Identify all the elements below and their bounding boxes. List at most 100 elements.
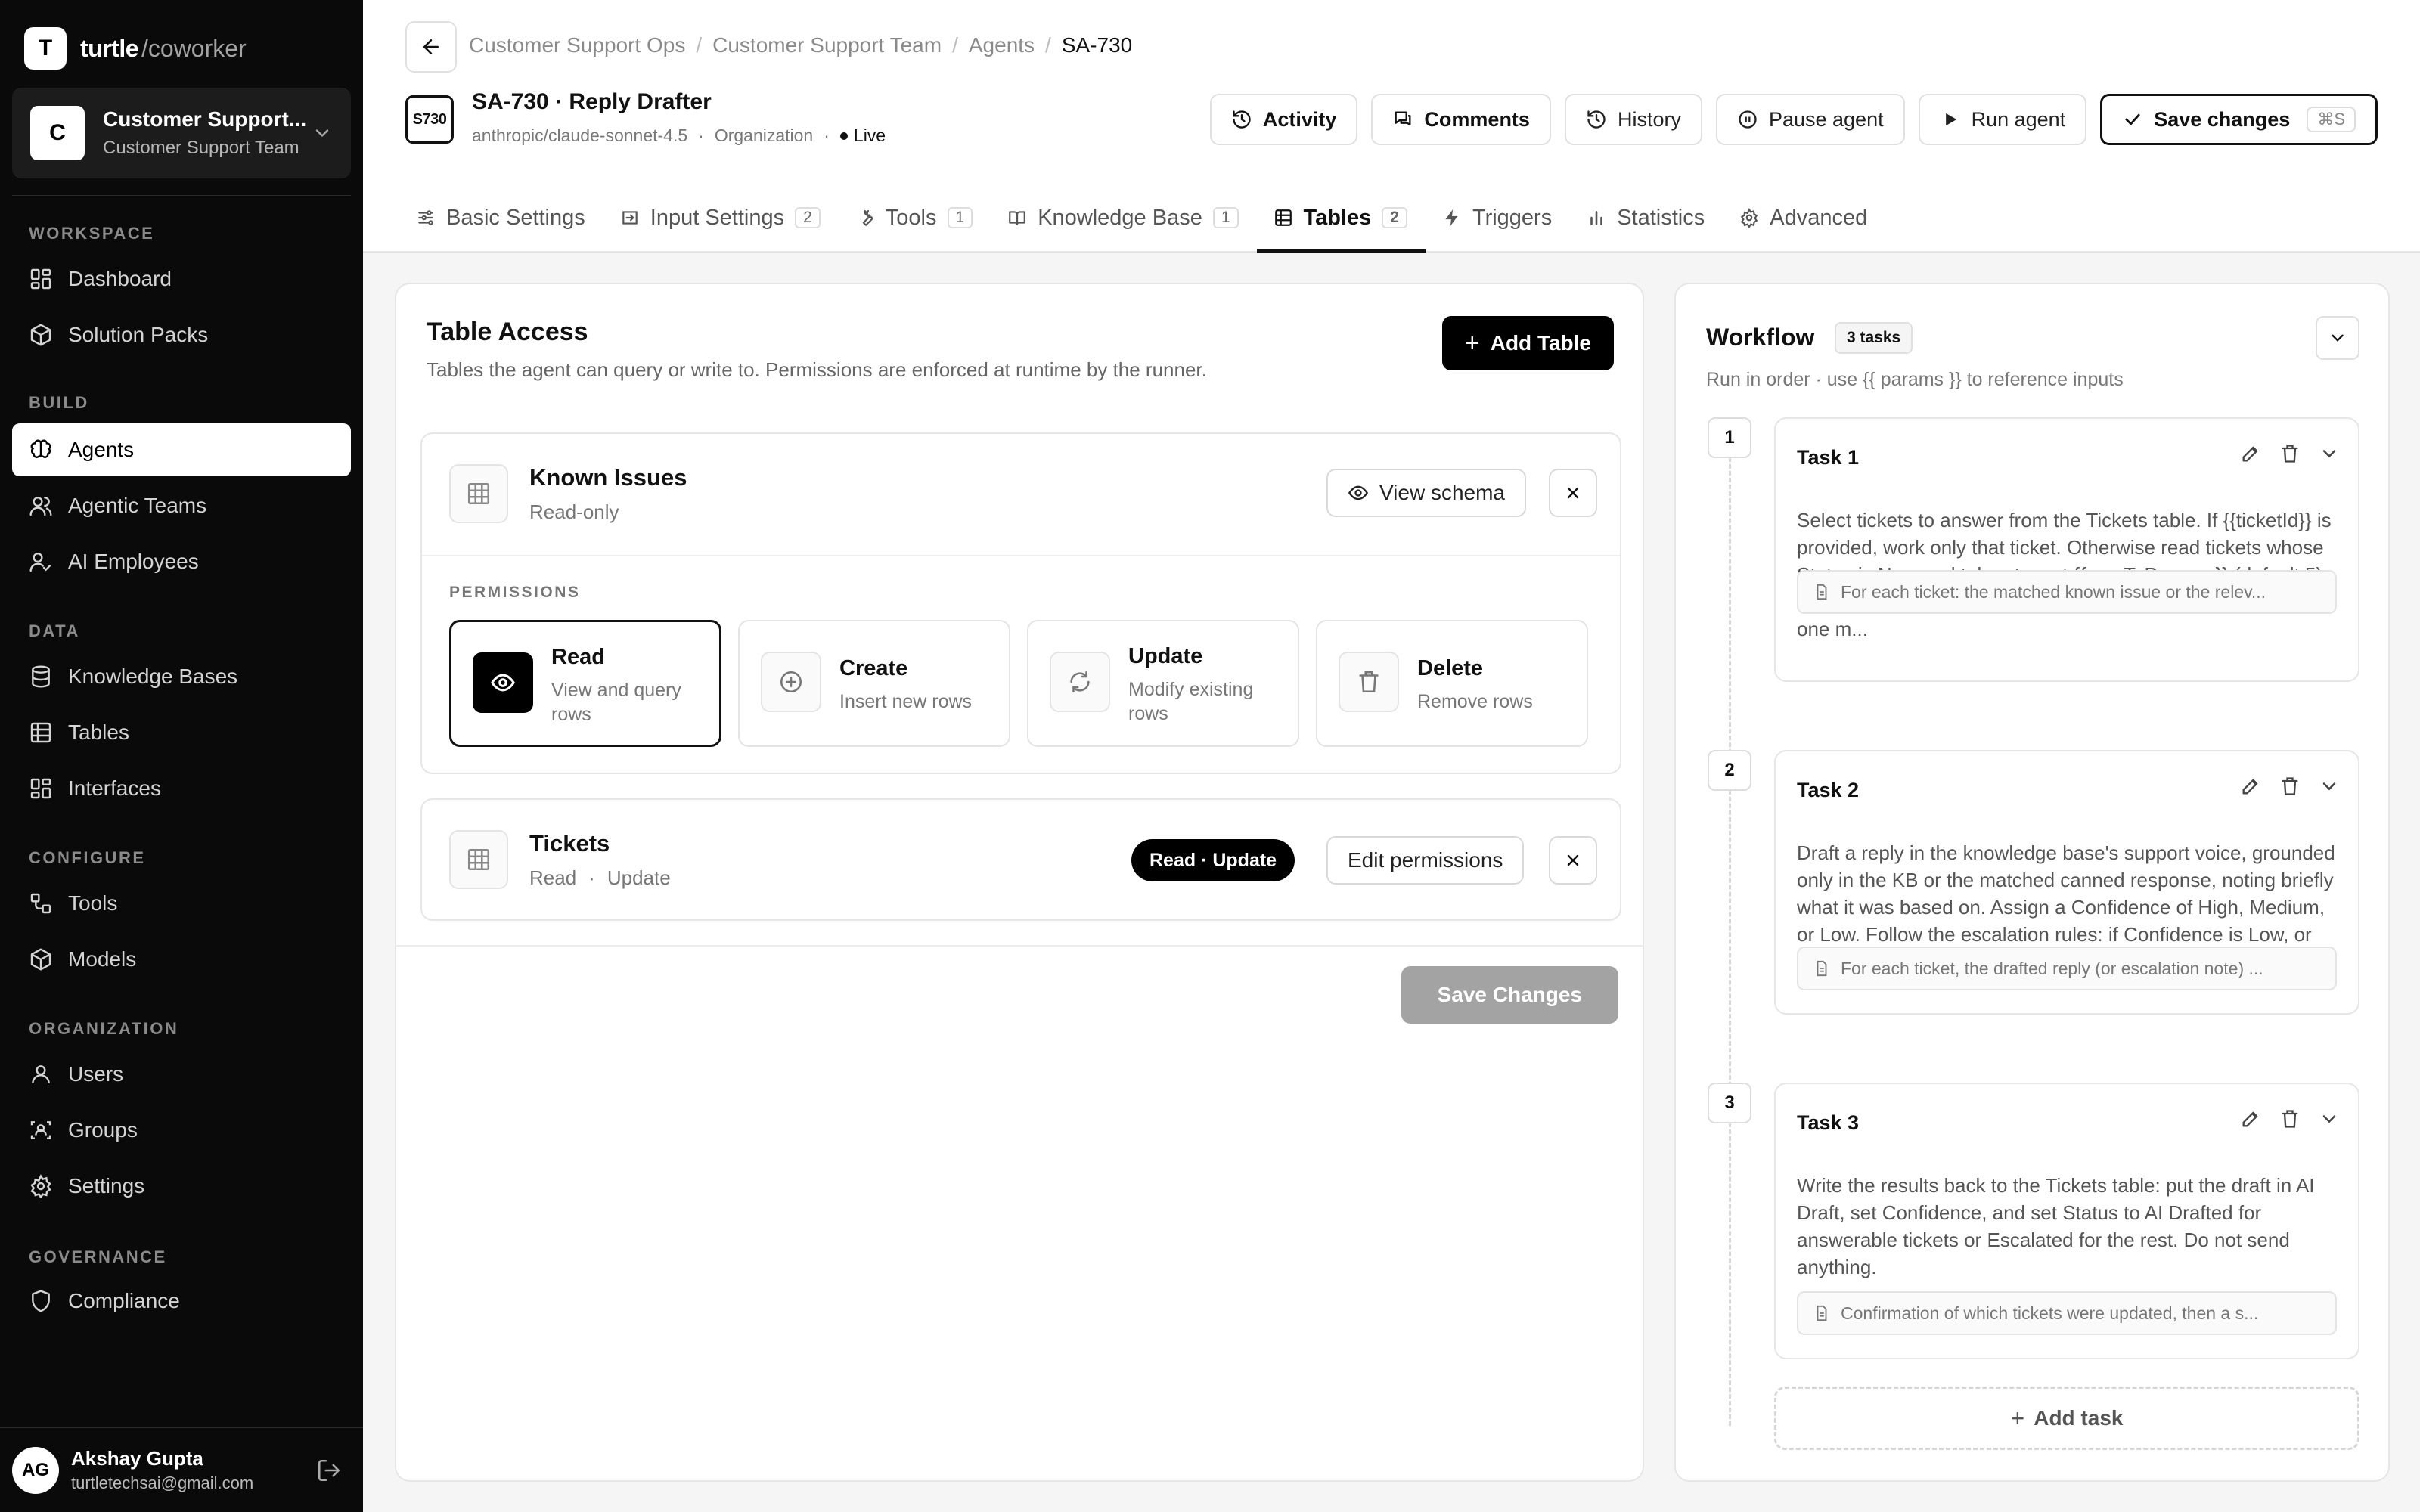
button-label: Comments	[1424, 107, 1530, 131]
sidebar-item-ai-employees[interactable]: AI Employees	[12, 535, 351, 588]
breadcrumb: Customer Support Ops / Customer Support …	[469, 33, 1132, 57]
history-button[interactable]: History	[1564, 94, 1702, 145]
tab-triggers[interactable]: Triggers	[1426, 192, 1570, 253]
tab-statistics[interactable]: Statistics	[1570, 192, 1723, 253]
permission-description: Remove rows	[1417, 691, 1533, 712]
plus-icon: +	[2010, 1404, 2025, 1432]
remove-table-button[interactable]	[1549, 469, 1597, 517]
permission-delete[interactable]: Delete Remove rows	[1316, 620, 1588, 747]
sidebar-item-compliance[interactable]: Compliance	[12, 1275, 351, 1328]
workspace-avatar: C	[30, 106, 85, 160]
tab-label: Tables	[1303, 205, 1372, 230]
activity-button[interactable]: Activity	[1209, 94, 1358, 145]
sidebar-item-knowledge-bases[interactable]: Knowledge Bases	[12, 650, 351, 703]
chevron-down-icon[interactable]	[2319, 443, 2340, 464]
play-icon	[1945, 113, 1956, 126]
edit-permissions-button[interactable]: Edit permissions	[1326, 836, 1525, 885]
sidebar-item-tables[interactable]: Tables	[12, 706, 351, 759]
sidebar-item-agentic-teams[interactable]: Agentic Teams	[12, 479, 351, 532]
sidebar-item-settings[interactable]: Settings	[12, 1160, 351, 1213]
breadcrumb-item[interactable]: Customer Support Team	[712, 33, 942, 57]
cube-icon	[30, 948, 51, 971]
sidebar-item-users[interactable]: Users	[12, 1048, 351, 1101]
tab-basic-settings[interactable]: Basic Settings	[399, 192, 603, 253]
permission-read[interactable]: Read View and query rows	[449, 620, 721, 747]
button-label: Pause agent	[1768, 107, 1884, 131]
workflow-icon	[30, 893, 51, 914]
input-icon	[622, 211, 638, 225]
section-title: Table Access	[427, 318, 588, 346]
task-output: For each ticket, the drafted reply (or e…	[1797, 947, 2337, 990]
nav-section-data: DATA	[29, 621, 80, 640]
sidebar-item-tools[interactable]: Tools	[12, 877, 351, 930]
breadcrumb-item[interactable]: Agents	[969, 33, 1035, 57]
remove-table-button[interactable]	[1549, 836, 1597, 885]
save-changes-button[interactable]: Save changes ⌘S	[2100, 94, 2378, 145]
tab-label: Basic Settings	[446, 205, 585, 230]
run-agent-button[interactable]: Run agent	[1918, 94, 2087, 145]
agent-badge: S730	[405, 95, 454, 144]
sidebar-item-groups[interactable]: Groups	[12, 1104, 351, 1157]
pause-icon	[1739, 110, 1757, 129]
sidebar-item-models[interactable]: Models	[12, 933, 351, 986]
grid-icon	[449, 464, 508, 523]
workspace-switcher[interactable]: C Customer Support... Customer Support T…	[12, 88, 351, 178]
tab-label: Advanced	[1770, 205, 1868, 230]
pencil-icon[interactable]	[2240, 1108, 2261, 1129]
comments-button[interactable]: Comments	[1371, 94, 1551, 145]
chevron-down-icon[interactable]	[2319, 776, 2340, 797]
table-entry-known-issues: Known Issues Read-only View schema PERMI…	[420, 432, 1621, 774]
sidebar-item-interfaces[interactable]: Interfaces	[12, 762, 351, 815]
save-changes-button-disabled[interactable]: Save Changes	[1401, 966, 1618, 1024]
sidebar-item-dashboard[interactable]: Dashboard	[12, 253, 351, 305]
permission-description: Modify existing rows	[1128, 679, 1254, 724]
sidebar-item-label: Agents	[68, 438, 135, 461]
user-profile[interactable]: AG Akshay Gupta turtletechsai@gmail.com	[0, 1427, 363, 1512]
sidebar-item-label: Compliance	[68, 1289, 180, 1312]
tab-tables[interactable]: Tables 2	[1256, 192, 1426, 253]
chevron-down-icon[interactable]	[2319, 1108, 2340, 1129]
history-icon	[1587, 110, 1606, 129]
sidebar-item-agents[interactable]: Agents	[12, 423, 351, 476]
brand-logo: T	[24, 27, 67, 70]
sidebar: T turtle /coworker C Customer Support...…	[0, 0, 363, 1512]
task-actions	[2240, 776, 2340, 797]
add-table-button[interactable]: + Add Table	[1441, 316, 1614, 370]
pencil-icon[interactable]	[2240, 443, 2261, 464]
back-button[interactable]	[405, 21, 457, 73]
user-email: turtletechsai@gmail.com	[71, 1473, 254, 1492]
trash-icon[interactable]	[2279, 443, 2301, 464]
pause-agent-button[interactable]: Pause agent	[1715, 94, 1905, 145]
tab-input-settings[interactable]: Input Settings 2	[603, 192, 839, 253]
task-output-text: For each ticket, the drafted reply (or e…	[1841, 958, 2263, 978]
add-task-button[interactable]: + Add task	[1774, 1387, 2360, 1450]
permission-update[interactable]: Update Modify existing rows	[1027, 620, 1299, 747]
logout-icon[interactable]	[316, 1458, 342, 1483]
sliders-icon	[418, 210, 433, 225]
comments-icon	[1395, 111, 1411, 126]
tab-tools[interactable]: Tools 1	[839, 192, 991, 253]
brand[interactable]: T turtle /coworker	[24, 27, 247, 70]
sidebar-item-label: Interfaces	[68, 776, 161, 800]
bolt-icon	[1445, 209, 1458, 226]
tab-knowledge-base[interactable]: Knowledge Base 1	[991, 192, 1256, 253]
sidebar-item-label: Settings	[68, 1174, 145, 1198]
eye-icon	[473, 652, 533, 713]
permissions-badge: Read · Update	[1131, 839, 1295, 881]
history-icon	[1233, 110, 1251, 129]
breadcrumb-item[interactable]: Customer Support Ops	[469, 33, 685, 57]
workspace-name: Customer Support...	[103, 107, 307, 131]
user-check-icon	[29, 553, 51, 572]
permission-create[interactable]: Create Insert new rows	[738, 620, 1010, 747]
tab-advanced[interactable]: Advanced	[1723, 192, 1885, 253]
table-icon	[1274, 209, 1292, 226]
sidebar-item-solution-packs[interactable]: Solution Packs	[12, 308, 351, 361]
sidebar-item-label: Users	[68, 1062, 124, 1086]
collapse-workflow-button[interactable]	[2316, 316, 2360, 360]
trash-icon[interactable]	[2279, 1108, 2301, 1129]
table-name: Tickets	[529, 830, 610, 857]
button-label: Add task	[2034, 1406, 2124, 1430]
trash-icon[interactable]	[2279, 776, 2301, 797]
view-schema-button[interactable]: View schema	[1326, 469, 1527, 517]
pencil-icon[interactable]	[2240, 776, 2261, 797]
